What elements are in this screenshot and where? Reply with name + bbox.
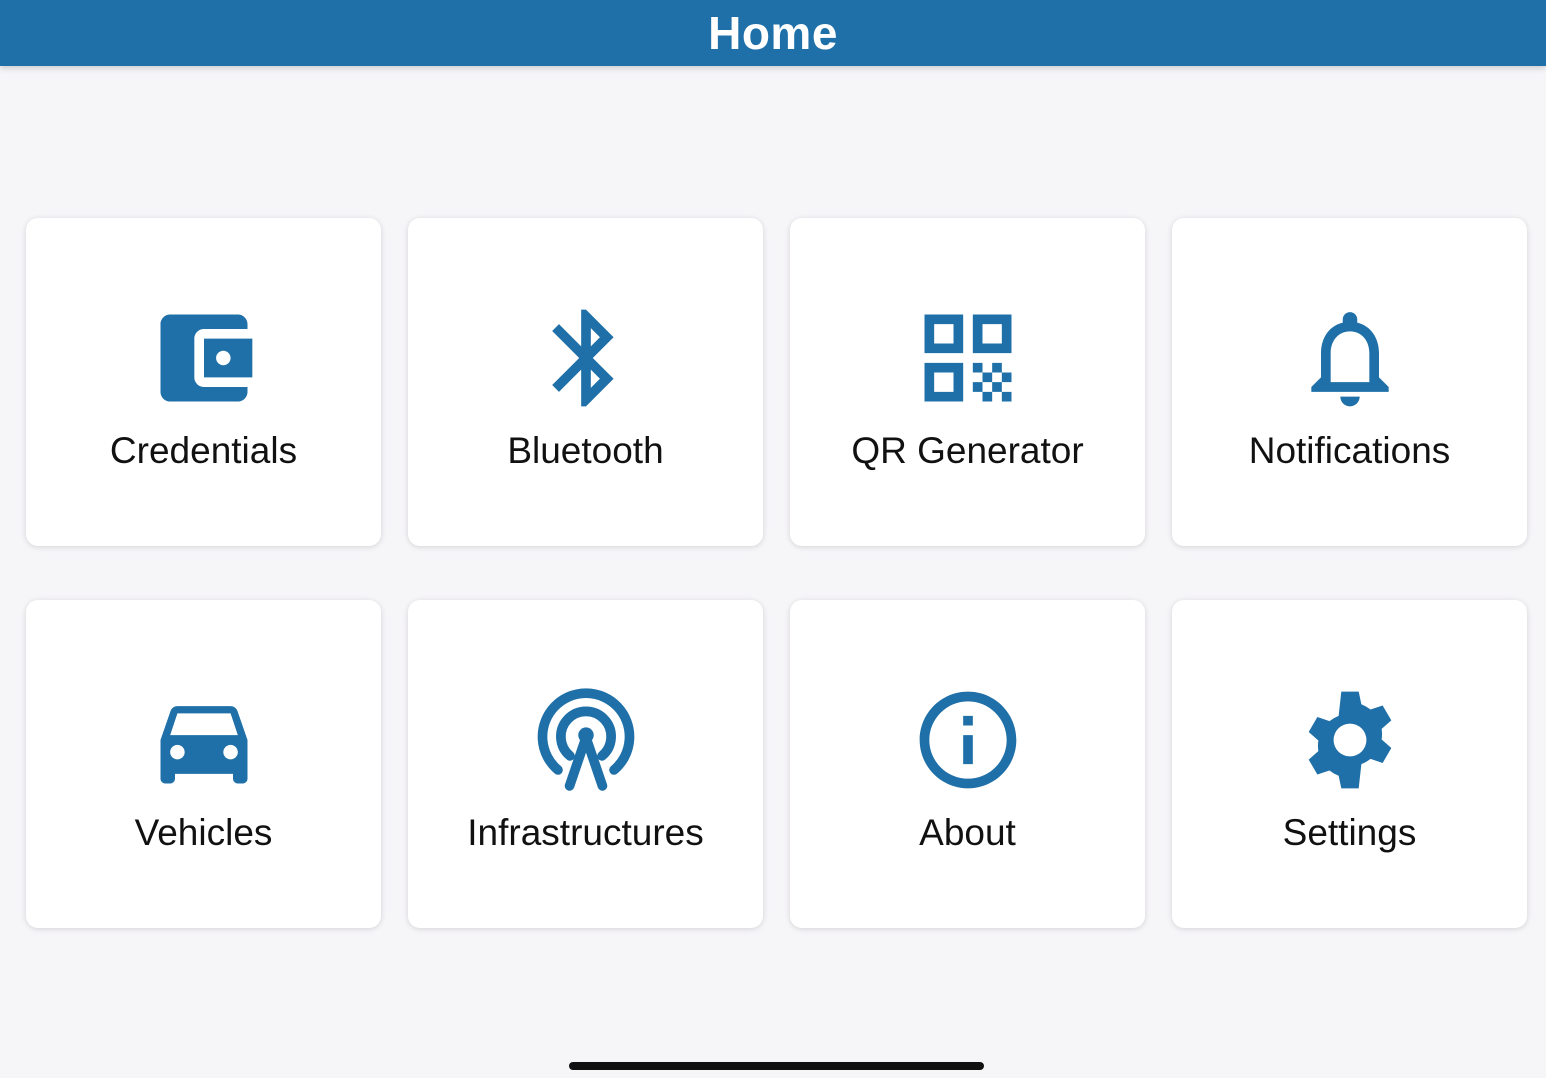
credentials-tile[interactable]: Credentials bbox=[26, 218, 381, 546]
app-header: Home bbox=[0, 0, 1546, 66]
infrastructures-tile[interactable]: Infrastructures bbox=[408, 600, 763, 928]
bell-icon bbox=[1292, 300, 1408, 416]
gear-icon bbox=[1292, 682, 1408, 798]
page-title: Home bbox=[708, 7, 838, 59]
settings-tile[interactable]: Settings bbox=[1172, 600, 1527, 928]
settings-label: Settings bbox=[1282, 812, 1417, 853]
notifications-label: Notifications bbox=[1248, 430, 1451, 471]
menu-grid: Credentials Bluetooth QR Generator Notif… bbox=[26, 218, 1527, 928]
about-tile[interactable]: About bbox=[790, 600, 1145, 928]
info-icon bbox=[910, 682, 1026, 798]
bluetooth-tile[interactable]: Bluetooth bbox=[408, 218, 763, 546]
qr-generator-label: QR Generator bbox=[851, 430, 1084, 471]
wallet-icon bbox=[146, 300, 262, 416]
notifications-tile[interactable]: Notifications bbox=[1172, 218, 1527, 546]
car-icon bbox=[146, 682, 262, 798]
home-screen: Home Credentials Bluetooth QR Generator … bbox=[0, 0, 1546, 1078]
vehicles-tile[interactable]: Vehicles bbox=[26, 600, 381, 928]
vehicles-label: Vehicles bbox=[134, 812, 273, 853]
infrastructures-label: Infrastructures bbox=[467, 812, 704, 853]
home-indicator[interactable] bbox=[569, 1062, 984, 1070]
credentials-label: Credentials bbox=[109, 430, 298, 471]
qr-generator-tile[interactable]: QR Generator bbox=[790, 218, 1145, 546]
qr-code-icon bbox=[910, 300, 1026, 416]
about-label: About bbox=[919, 812, 1016, 853]
bluetooth-icon bbox=[528, 300, 644, 416]
broadcast-tower-icon bbox=[528, 682, 644, 798]
bluetooth-label: Bluetooth bbox=[507, 430, 664, 471]
